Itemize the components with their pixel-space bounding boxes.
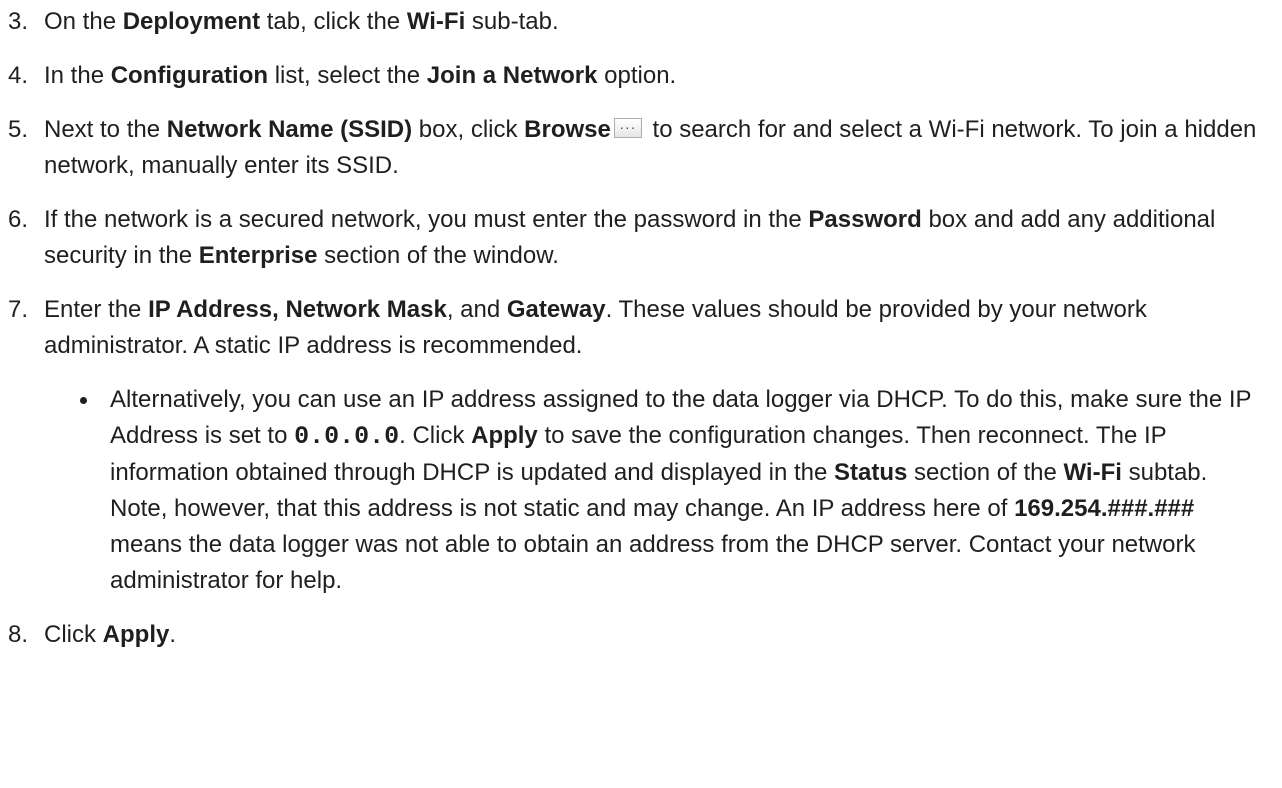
- step-6: 6. If the network is a secured network, …: [0, 202, 1270, 274]
- step-5: 5. Next to the Network Name (SSID) box, …: [0, 112, 1270, 184]
- step-number: 5.: [8, 116, 29, 143]
- step-number: 3.: [8, 8, 29, 35]
- note-dhcp: Alternatively, you can use an IP address…: [74, 382, 1270, 599]
- step-text: box, click: [412, 116, 525, 143]
- procedure-steps: 3. On the Deployment tab, click the Wi-F…: [0, 4, 1270, 653]
- step-text: option.: [597, 62, 677, 89]
- ui-term-apply: Apply: [471, 422, 538, 449]
- ui-term-join-network: Join a Network: [426, 62, 598, 89]
- ui-term-password: Password: [808, 206, 922, 233]
- step-text: , and: [446, 296, 507, 323]
- step-text: section of the window.: [317, 242, 559, 269]
- ui-term-wifi: Wi-Fi: [1063, 459, 1122, 486]
- ui-term-enterprise: Enterprise: [198, 242, 318, 269]
- ui-term-status: Status: [834, 459, 908, 486]
- ui-term-gateway: Gateway: [506, 296, 606, 323]
- step-7: 7. Enter the IP Address, Network Mask, a…: [0, 292, 1270, 599]
- bullet-icon: [80, 397, 87, 404]
- step-3: 3. On the Deployment tab, click the Wi-F…: [0, 4, 1270, 40]
- ui-term-apply: Apply: [102, 621, 170, 648]
- ui-term-network-name: Network Name (SSID): [166, 116, 413, 143]
- step-text: Next to the: [44, 116, 167, 143]
- ui-term-ip-mask: IP Address, Network Mask: [148, 296, 447, 323]
- step-text: If the network is a secured network, you…: [44, 206, 809, 233]
- step-number: 6.: [8, 206, 29, 233]
- step-number: 8.: [8, 621, 29, 648]
- note-text: . Click: [399, 422, 472, 449]
- ellipsis-glyph: ···: [619, 119, 637, 135]
- step-8: 8. Click Apply.: [0, 617, 1270, 653]
- step-text: Click: [44, 621, 103, 648]
- ui-term-deployment: Deployment: [122, 8, 261, 35]
- step-text: tab, click the: [260, 8, 407, 35]
- step-number: 4.: [8, 62, 29, 89]
- step-text: list, select the: [268, 62, 427, 89]
- note-text: section of the: [907, 459, 1064, 486]
- ellipsis-button-icon[interactable]: ···: [613, 118, 642, 138]
- ui-term-configuration: Configuration: [110, 62, 269, 89]
- step-text: In the: [44, 62, 111, 89]
- step-text: .: [169, 621, 177, 648]
- step-text: sub-tab.: [465, 8, 559, 35]
- ip-address-pattern: 169.254.###.###: [1014, 495, 1195, 522]
- step-7-notes: Alternatively, you can use an IP address…: [44, 382, 1270, 599]
- step-text: On the: [44, 8, 123, 35]
- note-text: means the data logger was not able to ob…: [110, 531, 1196, 594]
- ip-code: 0.0.0.0: [294, 422, 400, 451]
- step-text: Enter the: [44, 296, 149, 323]
- step-number: 7.: [8, 296, 29, 323]
- step-4: 4. In the Configuration list, select the…: [0, 58, 1270, 94]
- ui-term-wifi: Wi-Fi: [406, 8, 466, 35]
- ui-term-browse: Browse: [524, 116, 611, 143]
